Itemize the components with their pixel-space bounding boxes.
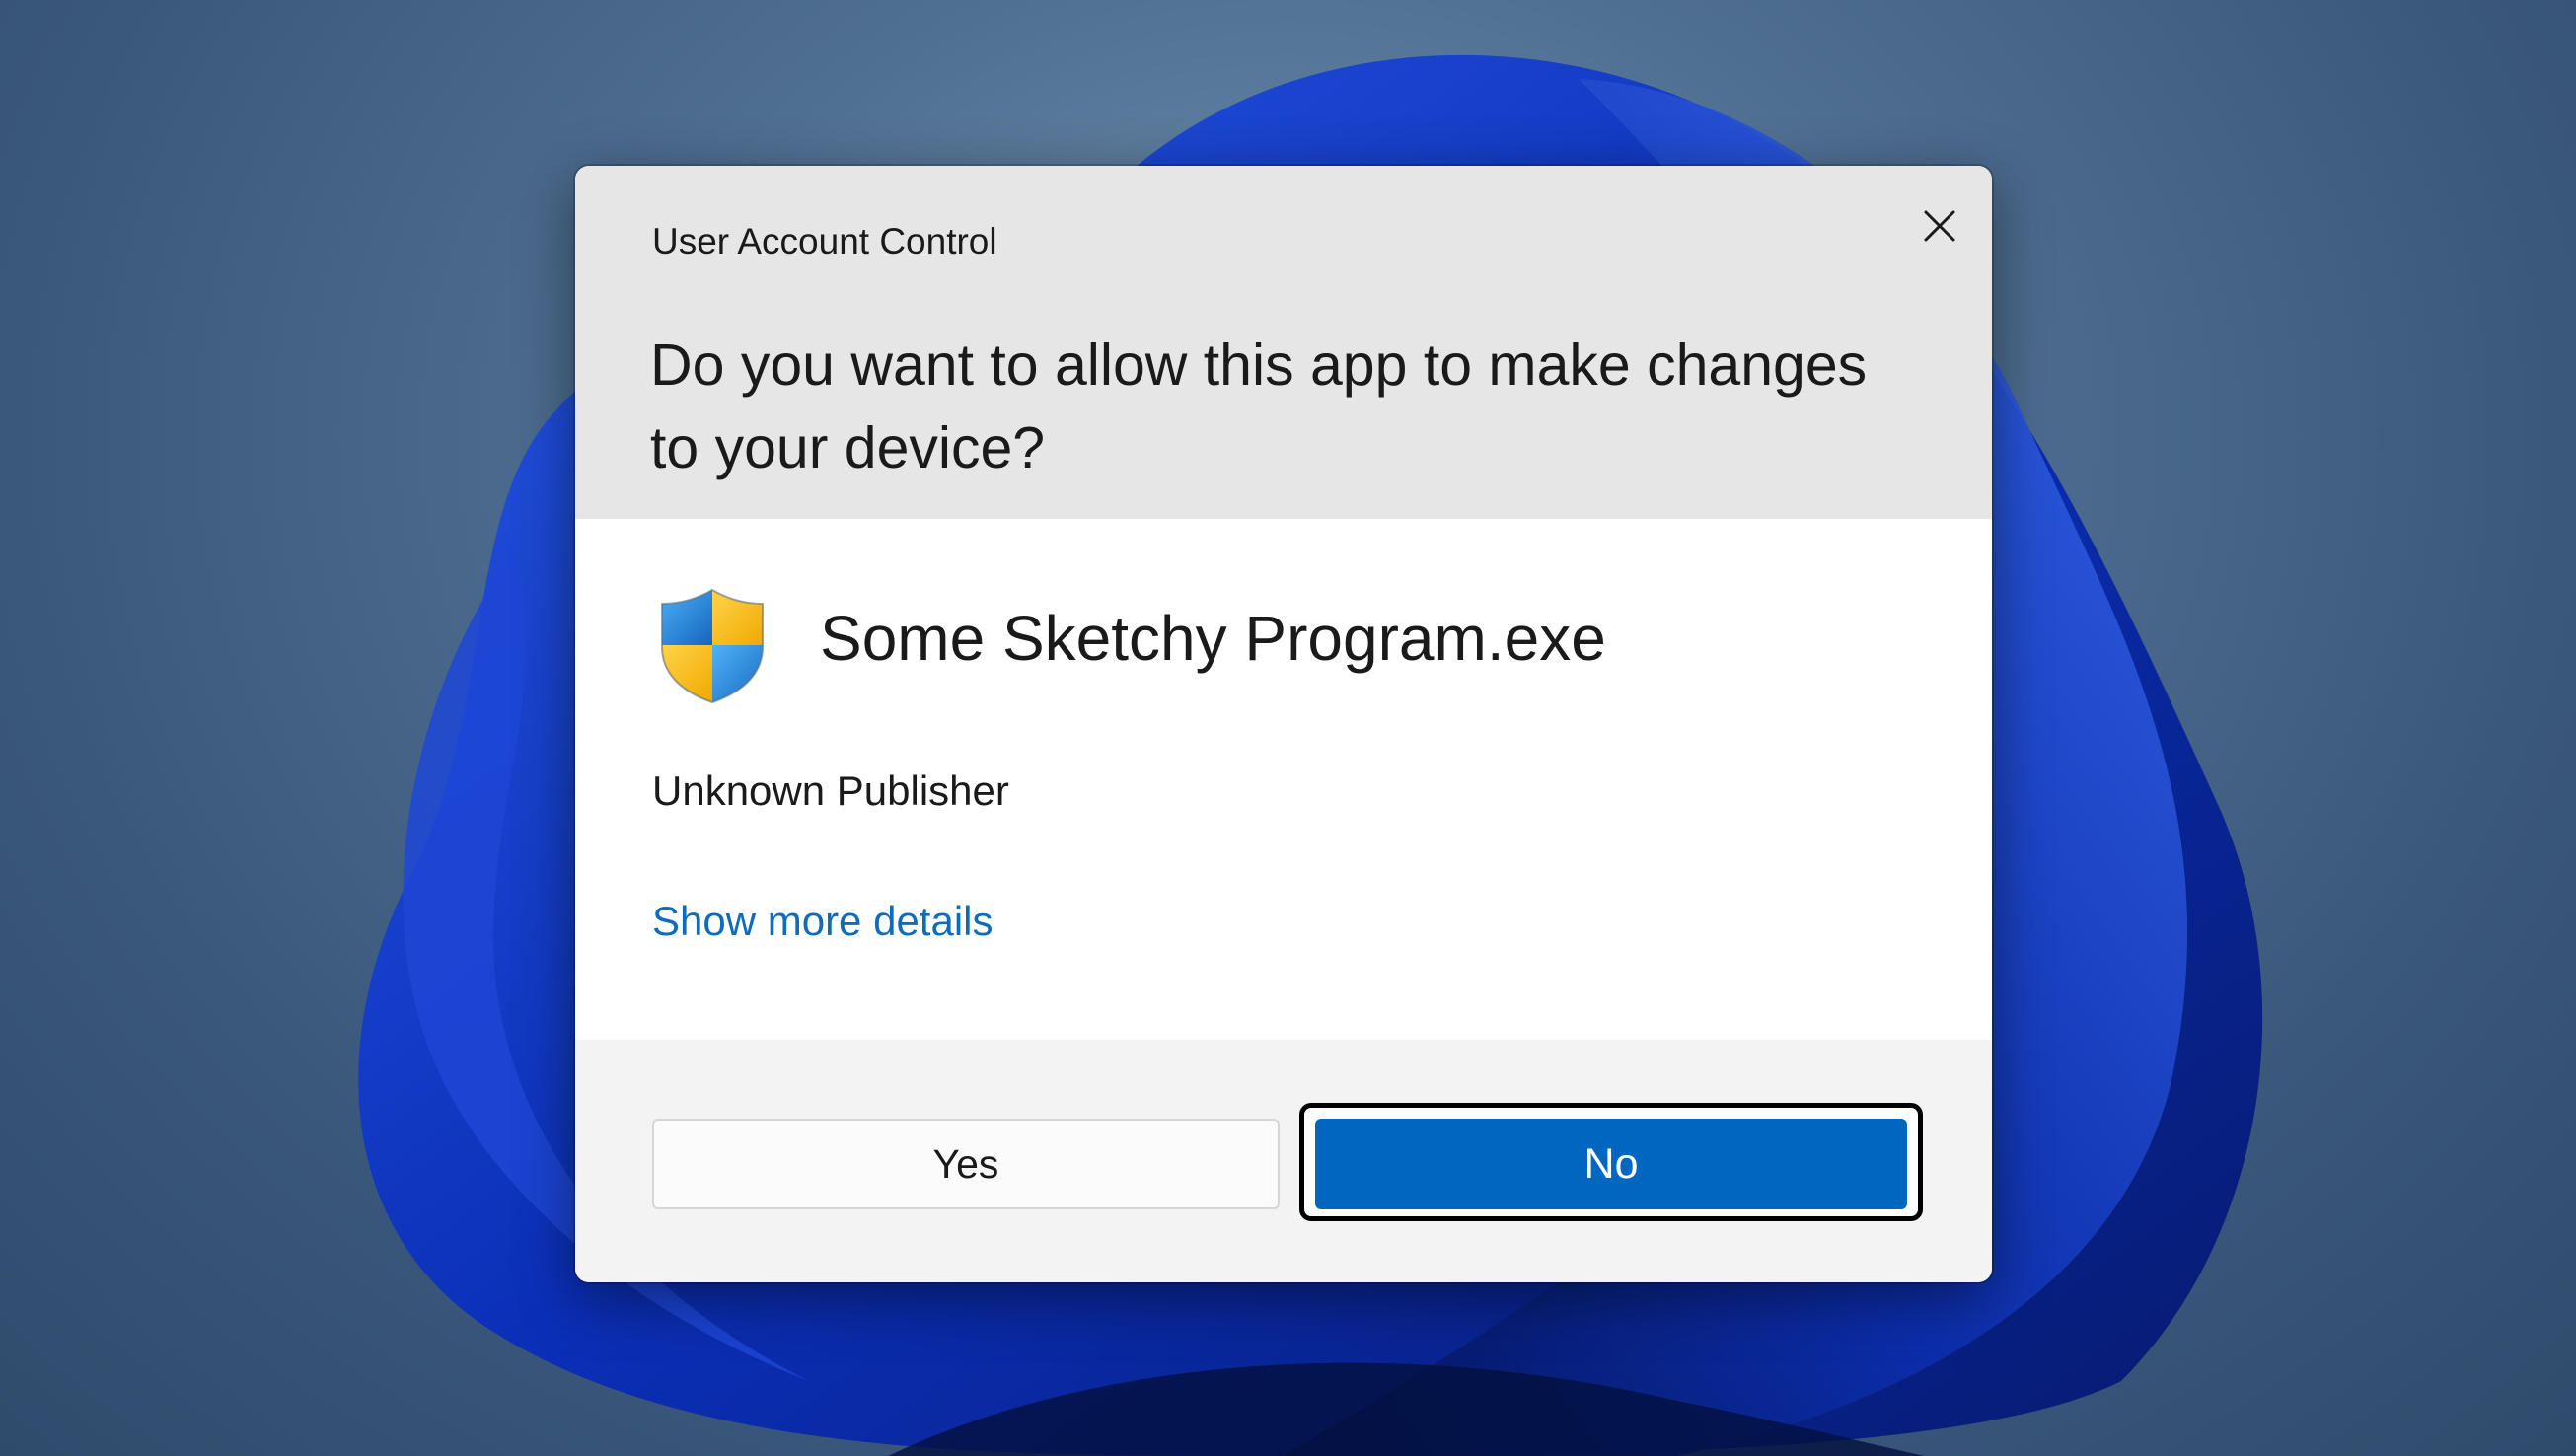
close-button[interactable] (1907, 193, 1972, 258)
dialog-body: Some Sketchy Program.exe Unknown Publish… (575, 519, 1992, 1040)
uac-dialog: User Account Control Do you want to allo… (575, 166, 1992, 1282)
yes-button[interactable]: Yes (652, 1119, 1280, 1209)
desktop-background: User Account Control Do you want to allo… (0, 0, 2576, 1456)
publisher-label: Unknown Publisher (652, 767, 1009, 814)
show-more-details-link[interactable]: Show more details (652, 898, 994, 945)
app-name: Some Sketchy Program.exe (820, 603, 1606, 674)
uac-shield-icon (661, 588, 764, 704)
no-button[interactable]: No (1315, 1119, 1907, 1209)
dialog-footer: Yes No (575, 1040, 1992, 1282)
dialog-header: User Account Control Do you want to allo… (575, 166, 1992, 519)
close-icon (1924, 210, 1955, 242)
dialog-title: User Account Control (652, 221, 997, 261)
dialog-question: Do you want to allow this app to make ch… (650, 332, 1868, 480)
